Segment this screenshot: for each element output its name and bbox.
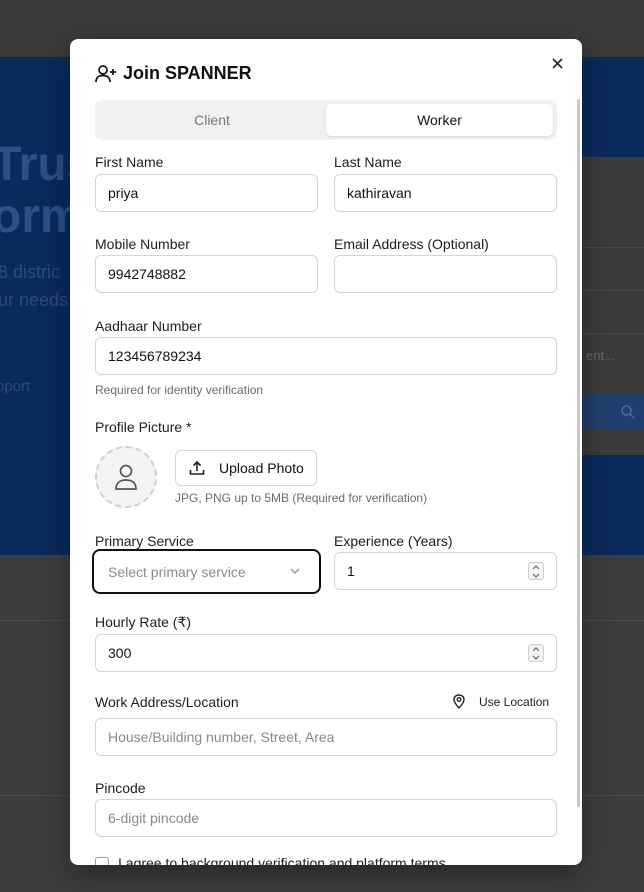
last-name-label: Last Name — [334, 154, 402, 170]
aadhaar-value: 123456789234 — [108, 348, 202, 364]
upload-photo-label: Upload Photo — [219, 460, 304, 476]
close-button[interactable] — [548, 54, 566, 72]
modal-scrollbar[interactable] — [577, 99, 580, 807]
modal-header: Join SPANNER — [95, 63, 252, 84]
hourly-rate-value: 300 — [108, 645, 132, 661]
hero-subtitle-line-1: 8 distric — [0, 262, 61, 282]
modal-title: Join SPANNER — [123, 63, 252, 83]
search-icon — [621, 405, 635, 419]
agreement-label: I agree to background verification and p… — [118, 855, 446, 865]
first-name-value: priya — [108, 185, 139, 201]
last-name-value: kathiravan — [347, 185, 412, 201]
chevron-down-icon — [290, 568, 300, 575]
primary-service-placeholder: Select primary service — [108, 564, 246, 580]
background-search-button — [582, 394, 644, 430]
background-search-card: ent... — [582, 157, 644, 455]
primary-service-label: Primary Service — [95, 533, 194, 549]
experience-label: Experience (Years) — [334, 533, 453, 549]
upload-photo-button[interactable]: Upload Photo — [175, 450, 317, 486]
email-label: Email Address (Optional) — [334, 236, 489, 252]
work-address-field[interactable]: House/Building number, Street, Area — [95, 718, 557, 756]
chevron-up-icon — [532, 564, 540, 569]
tab-client[interactable]: Client — [99, 104, 325, 136]
join-modal: Join SPANNER Client Worker First Name pr… — [70, 39, 582, 865]
mobile-number-field[interactable]: 9942748882 — [95, 255, 318, 293]
agreement-checkbox[interactable] — [95, 857, 109, 865]
chevron-up-icon — [532, 646, 540, 651]
aadhaar-hint: Required for identity verification — [95, 383, 264, 397]
first-name-field[interactable]: priya — [95, 174, 318, 212]
use-location-button[interactable]: Use Location — [453, 694, 549, 709]
background-search-placeholder: ent... — [586, 348, 615, 363]
user-icon — [115, 464, 137, 490]
close-icon — [551, 57, 563, 69]
profile-picture-label: Profile Picture * — [95, 419, 192, 435]
experience-field[interactable]: 1 — [334, 552, 557, 590]
experience-value: 1 — [347, 563, 355, 579]
pincode-placeholder: 6-digit pincode — [108, 810, 200, 826]
primary-service-select[interactable]: Select primary service — [92, 549, 321, 594]
work-address-placeholder: House/Building number, Street, Area — [108, 729, 335, 745]
account-type-tabs: Client Worker — [95, 100, 557, 140]
user-plus-icon — [95, 64, 116, 82]
chevron-down-icon — [532, 655, 540, 660]
last-name-field[interactable]: kathiravan — [334, 174, 557, 212]
mobile-number-value: 9942748882 — [108, 266, 186, 282]
hero-subtitle-line-2: ur needs — [0, 290, 69, 310]
first-name-label: First Name — [95, 154, 164, 170]
avatar — [95, 446, 157, 508]
aadhaar-field[interactable]: 123456789234 — [95, 337, 557, 375]
use-location-label: Use Location — [479, 694, 550, 709]
hero-link: pport — [0, 378, 31, 395]
experience-stepper[interactable] — [528, 562, 544, 580]
aadhaar-label: Aadhaar Number — [95, 318, 202, 334]
map-pin-icon — [453, 694, 465, 709]
mobile-number-label: Mobile Number — [95, 236, 190, 252]
hourly-rate-field[interactable]: 300 — [95, 634, 557, 672]
work-address-label: Work Address/Location — [95, 694, 239, 710]
pincode-field[interactable]: 6-digit pincode — [95, 799, 557, 837]
pincode-label: Pincode — [95, 780, 146, 796]
chevron-down-icon — [532, 573, 540, 578]
hourly-rate-label: Hourly Rate (₹) — [95, 614, 192, 630]
hourly-rate-stepper[interactable] — [528, 644, 544, 662]
profile-picture-hint: JPG, PNG up to 5MB (Required for verific… — [175, 491, 428, 505]
upload-icon — [189, 460, 205, 475]
email-field[interactable] — [334, 255, 557, 293]
tab-worker[interactable]: Worker — [326, 104, 553, 136]
